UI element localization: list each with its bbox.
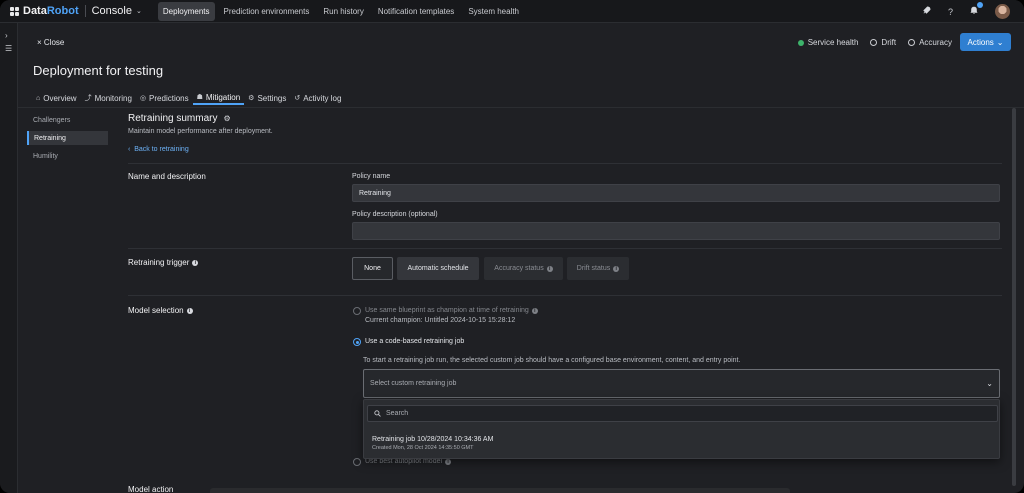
info-icon[interactable]: i	[192, 259, 199, 266]
datarobot-logo[interactable]: DataRobot	[10, 5, 79, 17]
tab-activity-log[interactable]: ↺ Activity log	[290, 91, 345, 105]
trigger-accuracy-status-button[interactable]: Accuracy status i	[484, 257, 563, 280]
tab-predictions[interactable]: ◎ Predictions	[136, 91, 193, 105]
info-icon[interactable]: i	[186, 307, 193, 314]
list-icon[interactable]: ☰	[5, 44, 12, 53]
radio-label-same-blueprint: Use same blueprint as champion at time o…	[365, 307, 538, 314]
accuracy-status[interactable]: Accuracy	[908, 38, 952, 47]
expand-sidebar-icon[interactable]: ›	[5, 31, 8, 40]
summary-subtitle: Maintain model performance after deploym…	[128, 128, 273, 135]
tab-mitigation[interactable]: ☗ Mitigation	[192, 91, 245, 105]
mitigation-sidenav: Challengers Retraining Humility	[27, 113, 108, 167]
chevron-left-icon: ‹	[128, 146, 131, 153]
close-icon: ×	[37, 38, 42, 47]
gear-icon: ⚙	[248, 95, 255, 102]
info-icon: i	[445, 458, 452, 465]
drift-status[interactable]: Drift	[870, 38, 896, 47]
left-rail: › ☰	[0, 23, 18, 493]
current-champion-text: Current champion: Untitled 2024-10-15 15…	[365, 317, 516, 324]
gear-icon[interactable]: ⚙	[223, 114, 230, 123]
tab-settings[interactable]: ⚙ Settings	[244, 91, 290, 105]
policy-description-input[interactable]	[352, 222, 1000, 240]
section-label-model-selection: Model selection i	[128, 306, 193, 315]
custom-job-select[interactable]: Select custom retraining job ⌄	[363, 369, 1000, 398]
status-dot-icon	[797, 40, 804, 46]
nav-tab-prediction-environments[interactable]: Prediction environments	[219, 2, 315, 21]
sidenav-item-retraining[interactable]: Retraining	[27, 131, 108, 145]
dock-edge	[210, 488, 790, 493]
info-icon: i	[613, 265, 620, 272]
nav-tab-run-history[interactable]: Run history	[318, 2, 368, 21]
nav-tab-system-health[interactable]: System health	[463, 2, 524, 21]
divider	[128, 248, 1002, 249]
policy-name-input[interactable]: Retraining	[352, 184, 1000, 202]
rocket-icon[interactable]	[922, 6, 931, 17]
radio-label-autopilot-model: Use best autopilot model i	[365, 458, 452, 465]
custom-job-dropdown: Search Retraining job 10/28/2024 10:34:3…	[363, 399, 1000, 459]
chart-icon: ⤴	[84, 95, 92, 102]
deployment-status: Service health Drift Accuracy	[797, 38, 952, 47]
dropdown-option-created: Created Mon, 28 Oct 2024 14:35:50 GMT	[372, 445, 474, 451]
bell-icon[interactable]	[970, 2, 983, 17]
divider	[128, 163, 1002, 164]
info-icon: i	[546, 265, 553, 272]
main-scrollbar[interactable]	[1012, 108, 1017, 486]
actions-button[interactable]: Actions ⌄	[960, 33, 1011, 51]
predictions-icon: ◎	[139, 95, 147, 102]
trigger-automatic-schedule-button[interactable]: Automatic schedule	[397, 257, 479, 280]
sidenav-item-humility[interactable]: Humility	[27, 149, 108, 163]
radio-label-code-based-job: Use a code-based retraining job	[365, 338, 465, 345]
summary-title: Retraining summary ⚙	[128, 113, 231, 124]
dropdown-option-retraining-job[interactable]: Retraining job 10/28/2024 10:34:36 AM	[372, 436, 493, 443]
dropdown-search-input[interactable]: Search	[367, 405, 998, 422]
home-icon: ⌂	[36, 94, 41, 102]
nav-right: ?	[922, 0, 1010, 23]
policy-description-label: Policy description (optional)	[352, 211, 438, 218]
back-to-retraining-link[interactable]: ‹ Back to retraining	[128, 146, 189, 153]
app-window: DataRobot Console ⌄ Deployments Predicti…	[0, 0, 1024, 493]
no-status-icon	[870, 39, 878, 46]
service-health-status[interactable]: Service health	[797, 38, 858, 47]
page-title: Deployment for testing	[33, 63, 164, 78]
retraining-summary-panel: Retraining summary ⚙ Maintain model perf…	[118, 108, 1011, 493]
nav-tab-deployments[interactable]: Deployments	[157, 1, 215, 21]
trophy-icon: ☗	[196, 94, 203, 101]
tab-overview[interactable]: ⌂ Overview	[32, 91, 81, 105]
info-icon: i	[531, 307, 538, 314]
logo-mark-icon	[10, 6, 19, 16]
nav-tab-notification-templates[interactable]: Notification templates	[373, 2, 459, 21]
section-label-model-action: Model action	[128, 485, 174, 493]
divider	[84, 5, 86, 17]
chevron-down-icon: ⌄	[996, 37, 1004, 47]
close-button[interactable]: × Close	[37, 38, 64, 47]
avatar[interactable]	[995, 4, 1010, 19]
section-label-name: Name and description	[128, 172, 206, 181]
tab-monitoring[interactable]: ⤴ Monitoring	[81, 91, 136, 105]
radio-autopilot-model[interactable]	[353, 458, 361, 466]
chevron-down-icon: ⌄	[135, 8, 142, 15]
sidenav-item-challengers[interactable]: Challengers	[27, 113, 108, 127]
search-icon	[374, 410, 381, 417]
trigger-none-button[interactable]: None	[352, 257, 393, 280]
notification-badge	[977, 2, 983, 8]
history-icon: ↺	[294, 95, 301, 102]
divider	[128, 295, 1002, 296]
console-menu[interactable]: Console ⌄	[92, 5, 142, 17]
no-status-icon	[908, 39, 916, 46]
help-icon[interactable]: ?	[948, 7, 953, 17]
nav-tabs: Deployments Prediction environments Run …	[157, 1, 524, 21]
section-label-trigger: Retraining trigger i	[128, 258, 199, 267]
code-job-hint: To start a retraining job run, the selec…	[363, 357, 741, 364]
trigger-drift-status-button[interactable]: Drift status i	[567, 257, 629, 280]
deployment-tabs: ⌂ Overview ⤴ Monitoring ◎ Predictions ☗ Miti…	[32, 91, 345, 107]
policy-name-label: Policy name	[352, 173, 391, 180]
radio-same-blueprint[interactable]	[353, 307, 361, 315]
radio-code-based-job[interactable]	[353, 338, 361, 346]
top-nav: DataRobot Console ⌄ Deployments Predicti…	[0, 0, 1024, 23]
chevron-down-icon: ⌄	[986, 379, 993, 388]
